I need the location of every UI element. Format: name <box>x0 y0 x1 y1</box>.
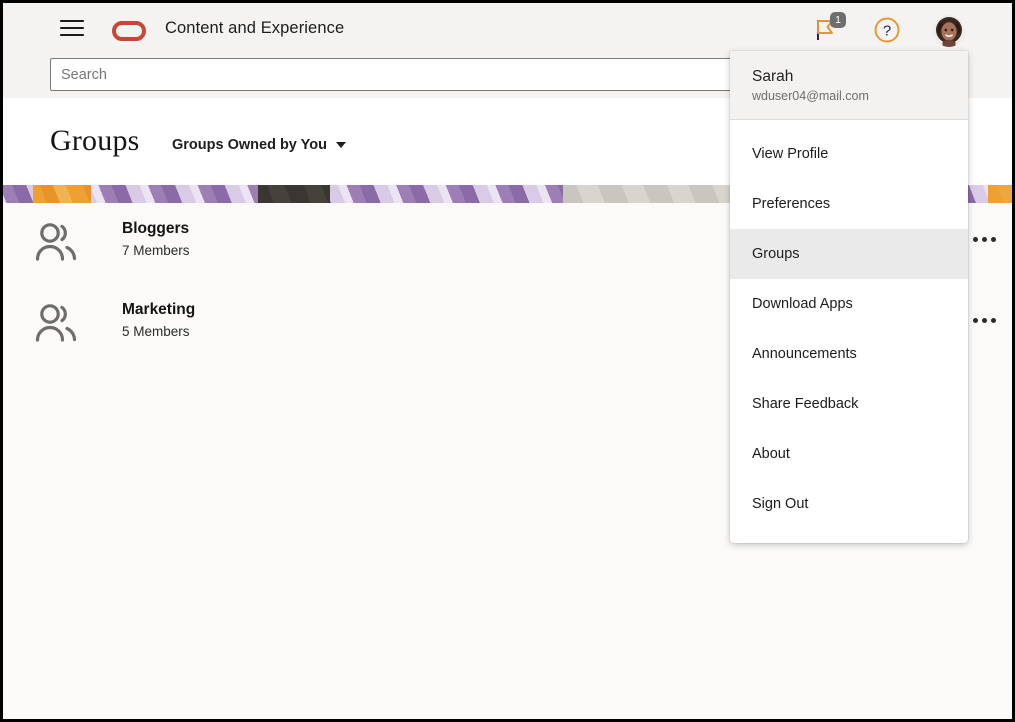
group-name: Marketing <box>122 301 195 319</box>
user-name: Sarah <box>752 68 946 86</box>
dot <box>991 318 996 323</box>
more-options-icon[interactable] <box>973 309 1007 331</box>
user-menu-items: View Profile Preferences Groups Download… <box>730 120 968 543</box>
avatar-photo <box>933 15 965 47</box>
menu-item-preferences[interactable]: Preferences <box>730 179 968 229</box>
hamburger-line <box>60 34 84 36</box>
user-email: wduser04@mail.com <box>752 89 946 103</box>
group-name: Bloggers <box>122 220 189 238</box>
group-member-count: 5 Members <box>122 324 190 339</box>
dot <box>973 318 978 323</box>
search-input[interactable] <box>50 58 762 91</box>
user-account-menu: Sarah wduser04@mail.com View Profile Pre… <box>730 51 968 543</box>
help-button[interactable]: ? <box>873 16 901 44</box>
menu-item-groups[interactable]: Groups <box>730 229 968 279</box>
help-question-icon: ? <box>873 16 901 44</box>
hamburger-line <box>60 20 84 22</box>
menu-item-download-apps[interactable]: Download Apps <box>730 279 968 329</box>
groups-filter-dropdown[interactable]: Groups Owned by You <box>172 137 346 153</box>
user-menu-header: Sarah wduser04@mail.com <box>730 51 968 120</box>
user-avatar[interactable] <box>933 15 965 47</box>
dot <box>982 237 987 242</box>
groups-filter-label: Groups Owned by You <box>172 137 327 153</box>
top-toolbar: Content and Experience 1 ? <box>3 3 1012 55</box>
menu-item-share-feedback[interactable]: Share Feedback <box>730 379 968 429</box>
page-title: Groups <box>50 124 140 158</box>
more-options-icon[interactable] <box>973 228 1007 250</box>
people-group-icon <box>31 298 81 348</box>
dot <box>982 318 987 323</box>
menu-item-announcements[interactable]: Announcements <box>730 329 968 379</box>
people-group-icon <box>31 217 81 267</box>
app-window: Content and Experience 1 ? <box>0 0 1015 722</box>
notifications-button[interactable]: 1 <box>811 15 851 45</box>
menu-item-about[interactable]: About <box>730 429 968 479</box>
search-container <box>50 58 762 91</box>
svg-text:?: ? <box>883 23 891 40</box>
notification-badge: 1 <box>830 12 846 28</box>
banner-stripe-orange <box>33 185 91 203</box>
menu-item-sign-out[interactable]: Sign Out <box>730 479 968 529</box>
chevron-down-icon <box>336 142 346 148</box>
banner-stripe-orange <box>988 185 1012 203</box>
menu-item-view-profile[interactable]: View Profile <box>730 129 968 179</box>
app-title: Content and Experience <box>165 19 344 38</box>
group-member-count: 7 Members <box>122 243 190 258</box>
hamburger-menu-icon[interactable] <box>60 20 86 40</box>
oracle-logo-icon[interactable] <box>112 21 146 41</box>
banner-stripe-dark <box>258 185 330 203</box>
hamburger-line <box>60 27 84 29</box>
dot <box>973 237 978 242</box>
dot <box>991 237 996 242</box>
